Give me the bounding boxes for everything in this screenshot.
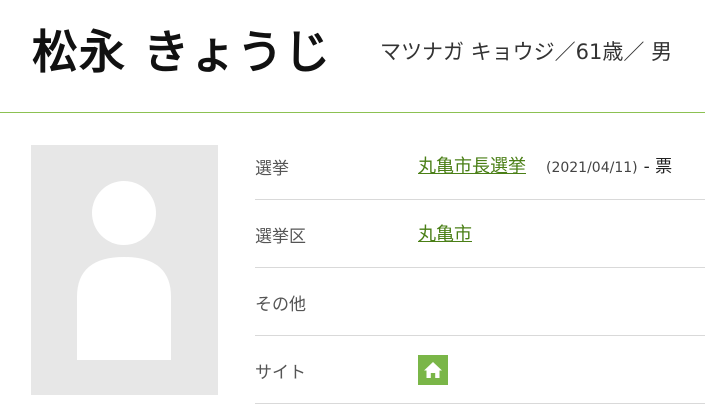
election-link[interactable]: 丸亀市長選挙 <box>418 156 526 177</box>
avatar-placeholder <box>31 145 218 395</box>
info-row-election: 選挙 丸亀市長選挙 (2021/04/11) - 票 <box>255 132 705 200</box>
info-value-election: 丸亀市長選挙 (2021/04/11) - 票 <box>418 152 672 178</box>
district-link[interactable]: 丸亀市 <box>418 224 472 245</box>
candidate-name: 松永 きょうじ <box>32 25 332 79</box>
info-label-district: 選挙区 <box>255 227 306 247</box>
info-row-site: サイト <box>255 336 705 404</box>
person-silhouette-icon <box>77 181 171 360</box>
info-label-site: サイト <box>255 363 306 383</box>
website-home-button[interactable] <box>418 355 448 385</box>
candidate-kana-age-gender: マツナガ キョウジ／61歳／ 男 <box>380 40 673 64</box>
info-label-election: 選挙 <box>255 159 289 179</box>
vote-count: - 票 <box>643 157 673 177</box>
info-row-other: その他 <box>255 268 705 336</box>
profile-info-table: 選挙 丸亀市長選挙 (2021/04/11) - 票 選挙区 丸亀市 その他 サイト <box>255 132 705 404</box>
info-row-district: 選挙区 丸亀市 <box>255 200 705 268</box>
election-date: (2021/04/11) <box>546 160 638 176</box>
home-icon <box>424 362 442 378</box>
info-label-other: その他 <box>255 295 306 315</box>
info-value-district: 丸亀市 <box>418 220 472 246</box>
profile-header: 松永 きょうじ マツナガ キョウジ／61歳／ 男 <box>0 0 705 113</box>
